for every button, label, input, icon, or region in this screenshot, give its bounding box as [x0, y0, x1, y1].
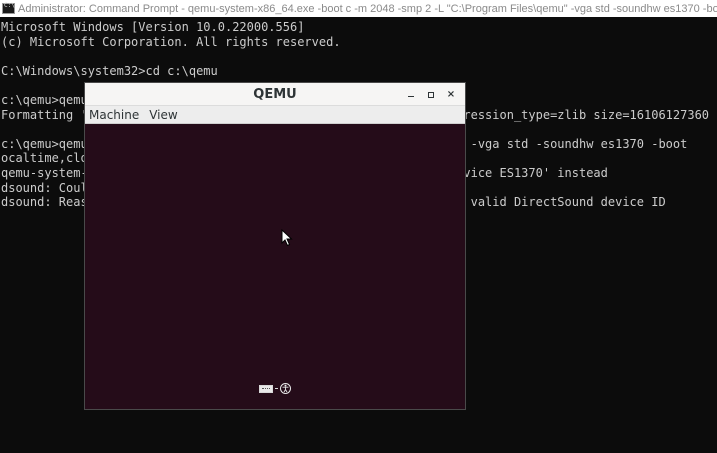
console-line: C:\Windows\system32>cd c:\qemu	[1, 63, 218, 78]
qemu-window-title: QEMU	[253, 86, 297, 102]
menu-view[interactable]: View	[145, 108, 183, 122]
qemu-titlebar[interactable]: QEMU ×	[85, 83, 465, 106]
close-button[interactable]: ×	[441, 85, 461, 105]
minimize-icon	[408, 95, 414, 98]
cmd-icon	[2, 2, 15, 14]
cmd-titlebar[interactable]: Administrator: Command Prompt - qemu-sys…	[0, 0, 717, 17]
window-controls: ×	[401, 83, 461, 106]
keyboard-icon[interactable]	[259, 384, 273, 393]
guest-tray	[259, 383, 291, 394]
accessibility-icon[interactable]	[280, 383, 291, 394]
maximize-button[interactable]	[421, 85, 441, 105]
maximize-icon	[428, 91, 434, 98]
close-icon: ×	[446, 89, 456, 100]
console-line: Microsoft Windows [Version 10.0.22000.55…	[1, 20, 305, 34]
console-line: (c) Microsoft Corporation. All rights re…	[1, 34, 341, 49]
qemu-window[interactable]: QEMU × Machine View	[84, 82, 466, 410]
menu-machine[interactable]: Machine	[85, 108, 145, 122]
qemu-menubar: Machine View	[85, 106, 465, 124]
minimize-button[interactable]	[401, 85, 421, 105]
mouse-cursor-icon	[281, 229, 293, 247]
qemu-guest-display[interactable]	[85, 124, 465, 409]
cmd-window-title: Administrator: Command Prompt - qemu-sys…	[18, 2, 717, 15]
